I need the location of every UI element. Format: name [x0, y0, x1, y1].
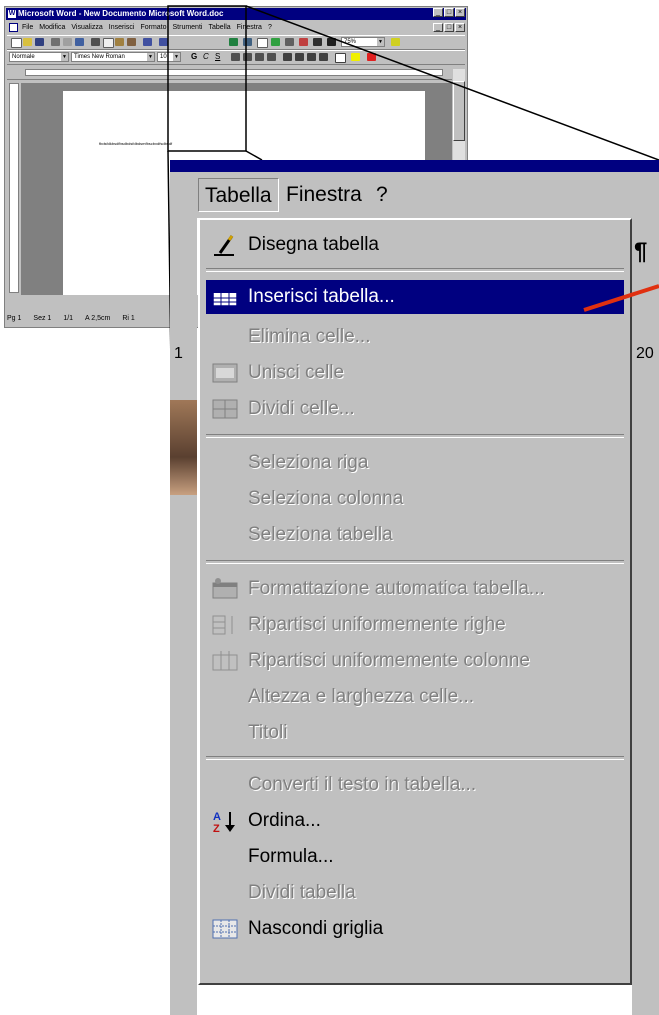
- menu-item-label: Formattazione automatica tabella...: [248, 578, 545, 599]
- menu-separator: [206, 268, 624, 272]
- menu-item-label: Nascondi griglia: [248, 918, 384, 939]
- menu-item-label: Formula...: [248, 846, 334, 867]
- menu-item-disegna-tabella[interactable]: Disegna tabella: [206, 228, 624, 262]
- distribute-rows-icon: [212, 615, 233, 635]
- menu-item-formula[interactable]: Formula...: [206, 840, 624, 874]
- menu-item-elimina-celle[interactable]: Elimina celle...: [206, 320, 624, 354]
- menu-item-label: Altezza e larghezza celle...: [248, 686, 475, 707]
- menu-item-seleziona-tabella[interactable]: Seleziona tabella: [206, 518, 624, 552]
- menu-item-converti-testo[interactable]: Converti il testo in tabella...: [206, 768, 624, 802]
- tabella-dropdown-menu: Disegna tabella Inserisci tabella... Eli…: [198, 218, 632, 985]
- menu-item-dividi-tabella[interactable]: Dividi tabella: [206, 876, 624, 910]
- zoom-left-background: [170, 218, 197, 1015]
- menu-separator: [206, 434, 624, 438]
- ruler-number-left: 1: [174, 345, 183, 362]
- ruler-number-right: 20: [636, 345, 654, 362]
- menu-help-zoom[interactable]: ?: [370, 178, 394, 212]
- help-label: ?: [376, 183, 388, 206]
- svg-text:A: A: [213, 811, 221, 823]
- menu-item-label: Titoli: [248, 722, 288, 743]
- menu-item-unisci-celle[interactable]: Unisci celle: [206, 356, 624, 390]
- zoom-line-mid: [245, 150, 263, 161]
- pilcrow-icon[interactable]: ¶: [634, 238, 647, 266]
- menu-item-dividi-celle[interactable]: Dividi celle...: [206, 392, 624, 426]
- menu-item-label: Disegna tabella: [248, 234, 379, 255]
- menu-item-label: Inserisci tabella...: [248, 286, 395, 307]
- zoom-line-top: [245, 5, 659, 161]
- finestra-label: Finestra: [286, 183, 362, 206]
- split-cells-icon: [212, 399, 238, 419]
- menu-item-formattazione-automatica[interactable]: Formattazione automatica tabella...: [206, 572, 624, 606]
- menu-finestra-zoom[interactable]: Finestra: [280, 178, 368, 212]
- menu-item-label: Dividi celle...: [248, 398, 355, 419]
- menu-item-nascondi-griglia[interactable]: Nascondi griglia: [206, 912, 624, 946]
- background-image-strip: [170, 400, 197, 495]
- menu-item-label: Ripartisci uniformemente righe: [248, 614, 506, 635]
- menu-item-label: Unisci celle: [248, 362, 345, 383]
- zoomed-menu-view: Tabella Finestra ? ¶ 20 1 Disegna tabell…: [170, 160, 659, 1015]
- menu-item-ordina[interactable]: AZ Ordina...: [206, 804, 624, 838]
- menu-item-ripartisci-colonne[interactable]: Ripartisci uniformemente colonne: [206, 644, 624, 678]
- svg-text:Z: Z: [213, 823, 220, 833]
- menu-tabella-open[interactable]: Tabella: [198, 178, 279, 212]
- autoformat-icon: [212, 578, 238, 599]
- menu-item-label: Seleziona tabella: [248, 524, 393, 545]
- menu-separator: [206, 756, 624, 760]
- menu-item-seleziona-riga[interactable]: Seleziona riga: [206, 446, 624, 480]
- menu-item-label: Seleziona colonna: [248, 488, 404, 509]
- table-grid-icon: [212, 287, 238, 307]
- pencil-icon: [214, 235, 234, 256]
- tabella-label: Tabella: [205, 184, 272, 207]
- sort-az-icon: AZ: [213, 811, 235, 833]
- menu-item-label: Dividi tabella: [248, 882, 356, 903]
- menu-separator: [206, 560, 624, 564]
- menu-item-label: Ripartisci uniformemente colonne: [248, 650, 530, 671]
- zoom-titlebar-strip: [170, 160, 659, 172]
- menu-item-label: Ordina...: [248, 810, 321, 831]
- menu-item-altezza-larghezza[interactable]: Altezza e larghezza celle...: [206, 680, 624, 714]
- menu-item-label: Seleziona riga: [248, 452, 369, 473]
- gridlines-icon: [212, 919, 238, 939]
- zoom-right-background: [632, 218, 659, 1015]
- merge-cells-icon: [212, 363, 238, 383]
- menu-item-label: Converti il testo in tabella...: [248, 774, 477, 795]
- distribute-columns-icon: [212, 651, 238, 671]
- menu-item-ripartisci-righe[interactable]: Ripartisci uniformemente righe: [206, 608, 624, 642]
- menu-item-seleziona-colonna[interactable]: Seleziona colonna: [206, 482, 624, 516]
- menu-item-inserisci-tabella[interactable]: Inserisci tabella...: [206, 280, 624, 314]
- zoom-source-box: [167, 5, 247, 152]
- menu-item-titoli[interactable]: Titoli: [206, 716, 624, 750]
- zoom-menubar: Tabella Finestra ?: [170, 172, 659, 218]
- menu-item-label: Elimina celle...: [248, 326, 371, 347]
